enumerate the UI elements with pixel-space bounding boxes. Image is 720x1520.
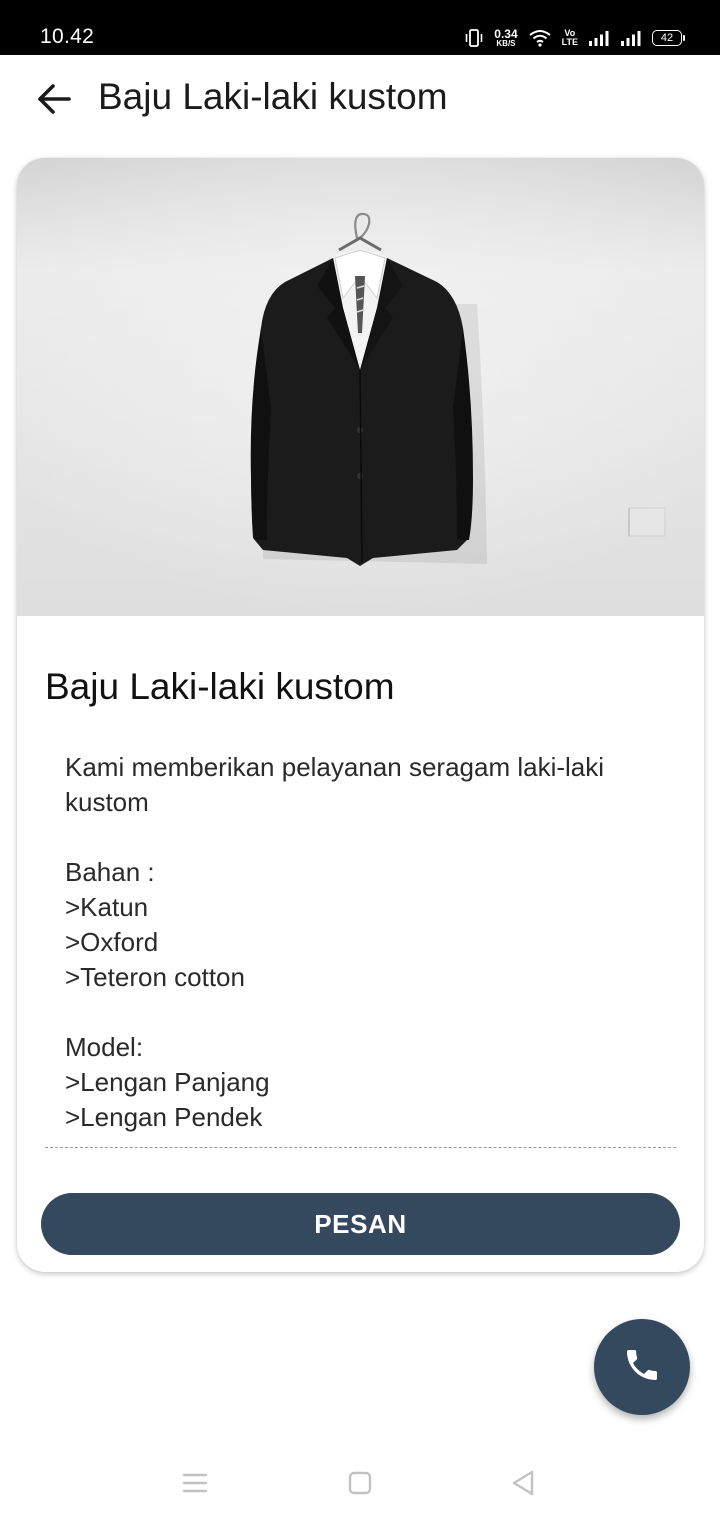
divider	[45, 1147, 676, 1148]
product-card: Baju Laki-laki kustom Kami memberikan pe…	[17, 158, 704, 1272]
battery-indicator: 42	[652, 30, 685, 46]
description-line: >Oxford	[65, 927, 159, 957]
description-line	[65, 820, 685, 855]
app-bar: Baju Laki-laki kustom	[0, 55, 720, 145]
network-speed-unit: KB/S	[496, 39, 516, 48]
wifi-icon	[528, 29, 552, 47]
status-icons: 0.34 KB/S Vo LTE 42	[464, 25, 685, 51]
nav-menu-button[interactable]	[175, 1467, 215, 1503]
volte-indicator: Vo LTE	[562, 29, 578, 47]
description-line: Model:	[65, 1032, 144, 1062]
description-line: >Lengan Panjang	[65, 1067, 270, 1097]
phone-icon	[622, 1345, 662, 1390]
description-line: >Lengan Pendek	[65, 1102, 263, 1132]
volte-bottom: LTE	[561, 37, 578, 47]
product-title: Baju Laki-laki kustom	[45, 666, 395, 707]
order-button-label: PESAN	[314, 1208, 407, 1239]
system-nav-bar	[0, 1445, 720, 1520]
nav-back-button[interactable]	[503, 1467, 543, 1503]
description-line	[65, 995, 685, 1030]
menu-icon	[182, 1472, 208, 1499]
call-button[interactable]	[594, 1319, 690, 1415]
description-line: >Katun	[65, 892, 149, 922]
nav-home-button[interactable]	[340, 1467, 380, 1503]
product-description: Kami memberikan pelayanan seragam laki-l…	[65, 750, 685, 1135]
signal-icon	[620, 30, 642, 46]
home-square-icon	[348, 1471, 372, 1500]
status-bar: 10.42 0.34 KB/S Vo LTE 42	[0, 0, 720, 55]
back-button[interactable]	[30, 77, 78, 125]
description-line: Kami memberikan pelayanan seragam laki-l…	[65, 752, 605, 817]
product-image	[17, 158, 704, 616]
vibrate-icon	[464, 29, 484, 47]
back-triangle-icon	[511, 1470, 535, 1501]
order-button[interactable]: PESAN	[41, 1193, 680, 1255]
description-line: >Teteron cotton	[65, 962, 245, 992]
network-speed: 0.34 KB/S	[494, 28, 517, 48]
battery-level: 42	[660, 32, 674, 44]
page-title: Baju Laki-laki kustom	[98, 76, 448, 117]
description-line: Bahan :	[65, 857, 155, 887]
signal-icon	[588, 30, 610, 46]
status-time: 10.42	[40, 25, 95, 48]
arrow-back-icon	[36, 83, 72, 120]
